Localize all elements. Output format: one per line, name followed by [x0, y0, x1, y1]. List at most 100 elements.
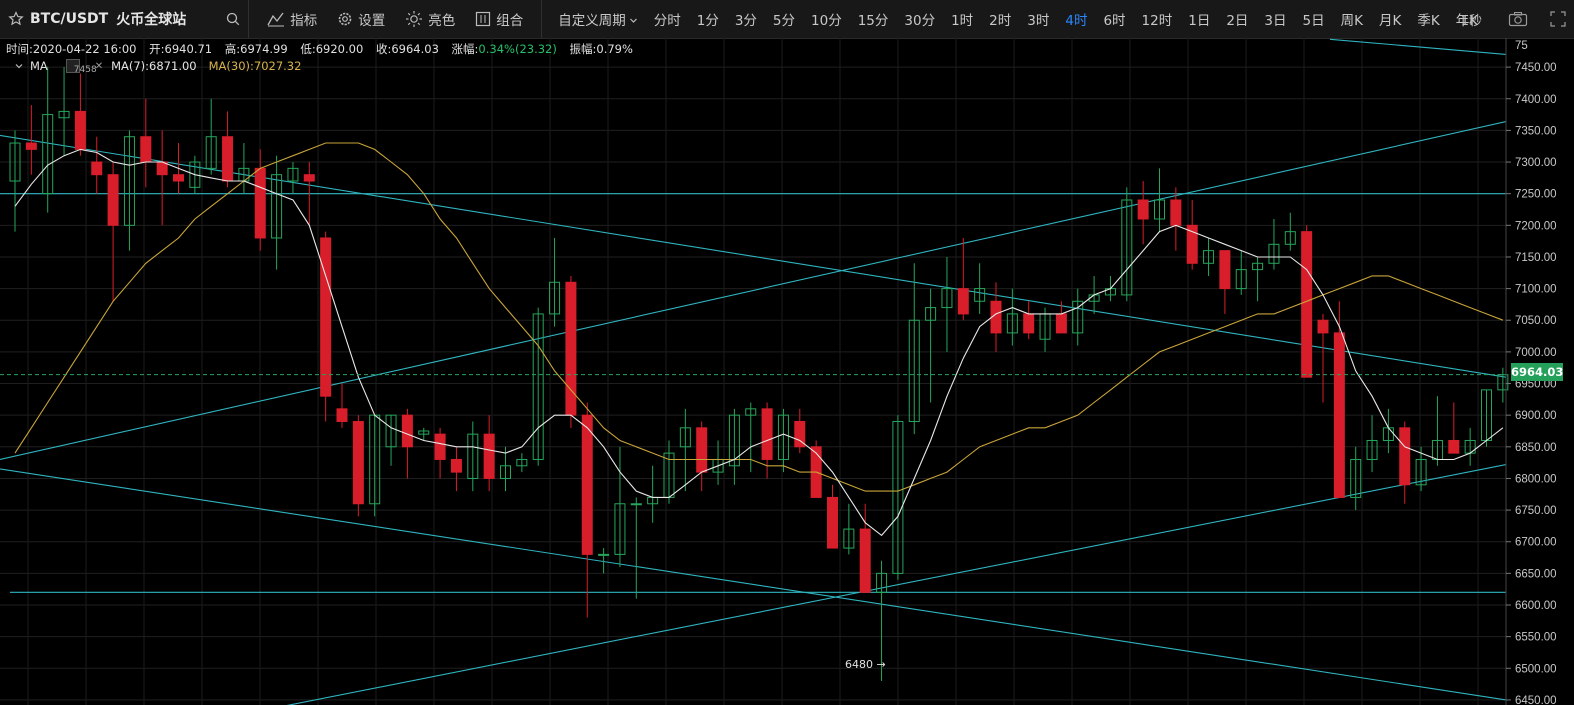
- ma30-value: MA(30):7027.32: [208, 59, 302, 73]
- period-3时[interactable]: 3时: [1027, 9, 1049, 29]
- collapse-chevron-icon[interactable]: [14, 61, 24, 71]
- period-2时[interactable]: 2时: [989, 9, 1011, 29]
- info-high: 高:6974.99: [224, 42, 288, 56]
- symbol-group: BTC/USDT 火币全球站: [0, 0, 248, 38]
- price-label: 7050.00: [1515, 315, 1557, 327]
- candle-down: [761, 408, 773, 460]
- period-2日[interactable]: 2日: [1226, 9, 1248, 29]
- period-月K[interactable]: 月K: [1379, 9, 1401, 29]
- theme-label: 亮色: [428, 13, 456, 29]
- price-label: 7200.00: [1515, 220, 1557, 232]
- info-change-label: 涨幅:: [451, 42, 479, 56]
- candle-down: [74, 110, 86, 150]
- price-label: 7350.00: [1515, 125, 1557, 137]
- price-label: 7300.00: [1515, 157, 1557, 169]
- trend-line: [0, 468, 1507, 701]
- fullscreen-icon[interactable]: [1550, 11, 1566, 27]
- candle-down: [581, 414, 593, 555]
- period-1时[interactable]: 1时: [951, 9, 973, 29]
- indicator-label: 指标: [290, 13, 318, 29]
- period-5日[interactable]: 5日: [1303, 9, 1325, 29]
- period-季K[interactable]: 季K: [1417, 9, 1439, 29]
- period-10分[interactable]: 10分: [811, 9, 842, 29]
- candle-up: [630, 503, 642, 506]
- gear-icon: [338, 12, 352, 26]
- ma7-line: [14, 148, 1504, 537]
- price-label: 6600.00: [1515, 600, 1557, 612]
- candle-down: [1399, 427, 1411, 486]
- candle-down: [1137, 199, 1149, 220]
- symbol-label[interactable]: BTC/USDT: [30, 11, 108, 27]
- custom-period-label: 自定义周期: [558, 13, 626, 29]
- layout-button[interactable]: 组合: [475, 9, 523, 29]
- layout-label: 组合: [496, 13, 524, 29]
- info-low: 低:6920.00: [300, 42, 364, 56]
- price-label: 75: [1515, 40, 1528, 52]
- settings-button[interactable]: 设置: [337, 9, 385, 29]
- indicator-button[interactable]: 指标: [267, 9, 317, 29]
- price-label: 7000.00: [1515, 347, 1557, 359]
- info-open: 开:6940.71: [149, 42, 213, 56]
- refresh-rate[interactable]: 1秒: [1461, 10, 1482, 29]
- star-icon[interactable]: [8, 11, 24, 27]
- period-1日[interactable]: 1日: [1188, 9, 1210, 29]
- sun-icon: [406, 11, 423, 27]
- period-5分[interactable]: 5分: [773, 9, 795, 29]
- layout-icon: [476, 11, 491, 27]
- trend-line: [1329, 38, 1507, 56]
- candle-down: [1023, 313, 1035, 334]
- candle-down: [434, 433, 446, 460]
- custom-period-dropdown[interactable]: 自定义周期: [558, 9, 638, 29]
- theme-button[interactable]: 亮色: [405, 9, 455, 29]
- period-6时[interactable]: 6时: [1103, 9, 1125, 29]
- candle-down: [401, 414, 413, 448]
- period-1分[interactable]: 1分: [697, 9, 719, 29]
- price-label: 7100.00: [1515, 284, 1557, 296]
- candle-down: [1317, 319, 1329, 334]
- candle-down: [91, 161, 103, 176]
- price-label: 6750.00: [1515, 505, 1557, 517]
- period-4时[interactable]: 4时: [1065, 9, 1087, 29]
- search-icon[interactable]: [226, 12, 240, 26]
- period-12时[interactable]: 12时: [1142, 9, 1173, 29]
- price-label: 6500.00: [1515, 663, 1557, 675]
- candle-down: [483, 433, 495, 479]
- period-15分[interactable]: 15分: [858, 9, 889, 29]
- low-price-annotation: 6480 →: [845, 658, 886, 671]
- tools-group: 指标 设置 亮色 组合: [249, 0, 541, 38]
- candlestick-chart[interactable]: 7450.00 7400.00 7350.00 7300.00 7250.00 7200.…: [0, 38, 1574, 705]
- price-label: 6450.00: [1515, 695, 1557, 705]
- exchange-label: 火币全球站: [116, 12, 187, 28]
- info-time: 时间:2020-04-22 16:00: [6, 42, 137, 56]
- candle-down: [107, 174, 119, 226]
- camera-icon[interactable]: [1508, 11, 1528, 27]
- settings-label: 设置: [358, 13, 386, 29]
- period-3分[interactable]: 3分: [735, 9, 757, 29]
- current-price-tag: 6964.03: [1511, 363, 1564, 381]
- ma7-value: MA(7):6871.00: [111, 59, 197, 73]
- ma-badge: 7458: [73, 65, 97, 75]
- price-label: 6800.00: [1515, 473, 1557, 485]
- period-周K[interactable]: 周K: [1341, 9, 1363, 29]
- right-tools: 1秒: [1461, 0, 1566, 38]
- candle-down: [696, 427, 708, 473]
- period-group: 自定义周期 分时 1分 3分 5分 10分 15分 30分 1时 2时 3时 4时 6时 12时 1日 2日…: [542, 0, 1494, 38]
- indicator-icon: [267, 12, 285, 27]
- info-change-value: 0.34%(23.32): [478, 42, 557, 56]
- period-30分[interactable]: 30分: [904, 9, 935, 29]
- candle-up: [598, 553, 610, 556]
- candle-down: [957, 288, 969, 315]
- candle-down: [336, 408, 348, 422]
- candle-down: [1333, 332, 1345, 498]
- ma30-line: [14, 142, 1504, 492]
- price-label: 7400.00: [1515, 94, 1557, 106]
- price-label: 6850.00: [1515, 442, 1557, 454]
- price-label: 6700.00: [1515, 537, 1557, 549]
- period-3日[interactable]: 3日: [1264, 9, 1286, 29]
- ohlc-info-bar: 时间:2020-04-22 16:00 开:6940.71 高:6974.99 …: [6, 41, 642, 57]
- candle-down: [352, 420, 364, 505]
- candle-down: [859, 528, 871, 593]
- candle-down: [173, 174, 184, 182]
- candle-down: [25, 142, 37, 150]
- period-分时[interactable]: 分时: [654, 9, 681, 29]
